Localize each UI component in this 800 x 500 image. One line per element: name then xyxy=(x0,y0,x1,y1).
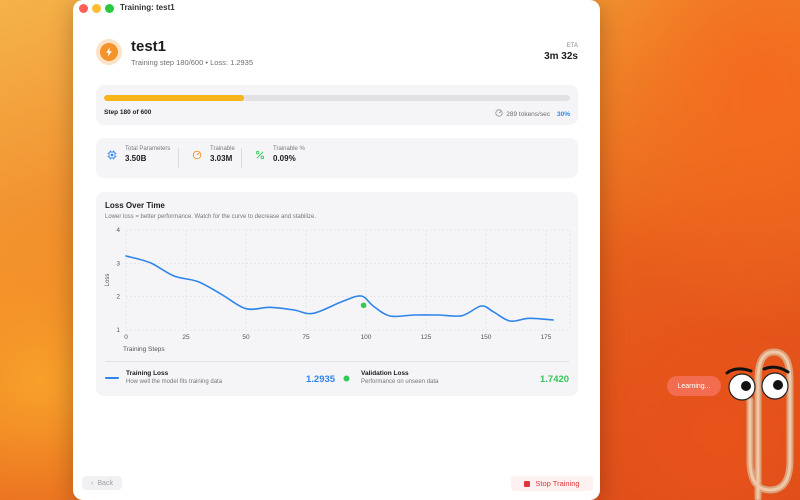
speed-gauge-icon xyxy=(495,109,503,119)
chart-subtitle: Lower loss = better performance. Watch f… xyxy=(105,214,317,220)
progress-percent: 30% xyxy=(556,110,570,118)
step-label: Step 180 of 600 xyxy=(104,109,152,116)
y-tick-label: 1 xyxy=(116,327,120,334)
stat-trainable-percent: Trainable % 0.09% xyxy=(253,146,305,163)
stop-icon xyxy=(524,480,531,487)
speed-info: 289 tokens/sec 30% xyxy=(495,109,570,119)
stop-training-button[interactable]: Stop Training xyxy=(511,476,593,491)
x-axis-label: Training Steps xyxy=(123,346,165,353)
progress-fill xyxy=(104,95,244,101)
training-status: Training step 180/600 • Loss: 1.2935 xyxy=(131,58,254,67)
model-name: test1 xyxy=(131,38,167,55)
stat-label: Total Parameters xyxy=(125,146,171,152)
x-tick-label: 0 xyxy=(124,334,128,341)
close-window-button[interactable] xyxy=(79,4,88,13)
x-tick-label: 75 xyxy=(302,334,310,341)
assistant-bubble-text: Learning... xyxy=(677,382,711,390)
x-tick-label: 175 xyxy=(541,334,552,341)
assistant-speech-bubble: Learning... xyxy=(667,376,721,396)
chevron-left-icon: ‹ xyxy=(91,479,94,487)
minimize-window-button[interactable] xyxy=(92,4,101,13)
legend-name: Training Loss xyxy=(126,370,169,377)
stat-divider xyxy=(178,148,179,168)
cpu-chip-icon xyxy=(105,148,119,162)
y-tick-label: 4 xyxy=(116,227,120,234)
training-loss-swatch xyxy=(105,377,119,379)
stat-label: Trainable xyxy=(210,146,235,152)
stat-total-parameters: Total Parameters 3.50B xyxy=(105,146,170,163)
y-tick-label: 2 xyxy=(116,294,120,301)
stat-label: Trainable % xyxy=(273,146,305,152)
paperclip-assistant-icon[interactable] xyxy=(718,340,800,500)
percent-icon xyxy=(253,148,267,162)
window-title: Training: test1 xyxy=(120,3,175,12)
gauge-icon xyxy=(190,148,204,162)
stat-divider xyxy=(241,148,242,168)
validation-loss-point xyxy=(360,302,367,309)
x-tick-label: 125 xyxy=(421,334,432,341)
x-tick-label: 25 xyxy=(182,334,190,341)
training-loss-line xyxy=(125,255,554,323)
y-tick-label: 3 xyxy=(116,260,120,267)
stat-value: 0.09% xyxy=(273,154,296,163)
training-window: Training: test1 test1 Training step 180/… xyxy=(73,0,600,500)
stop-label: Stop Training xyxy=(535,479,580,488)
tokens-per-sec: 289 tokens/sec xyxy=(506,110,550,118)
progress-bar xyxy=(104,95,570,101)
back-button[interactable]: ‹ Back xyxy=(82,476,122,490)
eta-value: 3m 32s xyxy=(544,51,578,62)
lightning-bolt-icon xyxy=(96,39,122,65)
chart-title: Loss Over Time xyxy=(105,201,165,210)
validation-loss-swatch xyxy=(343,375,350,382)
x-tick-label: 50 xyxy=(242,334,250,341)
y-axis-label: Loss xyxy=(105,274,111,287)
legend-training-loss: Training Loss How well the model fits tr… xyxy=(126,370,222,385)
loss-chart-card: Loss Over Time Lower loss = better perfo… xyxy=(96,192,578,396)
eta-label: ETA xyxy=(566,43,578,49)
back-label: Back xyxy=(97,479,113,487)
loss-chart: 1 2 3 4 0 25 50 75 100 125 150 175 Loss Training Step… xyxy=(105,227,571,353)
legend-validation-loss: Validation Loss Performance on unseen da… xyxy=(361,370,438,385)
stat-trainable: Trainable 3.03M xyxy=(190,146,235,163)
training-loss-value: 1.2935 xyxy=(306,374,336,385)
progress-card: Step 180 of 600 289 tokens/sec 30% xyxy=(96,85,578,125)
x-tick-label: 100 xyxy=(361,334,372,341)
title-bar: Training: test1 xyxy=(73,0,600,16)
validation-loss-value: 1.7420 xyxy=(540,374,570,385)
legend-description: How well the model fits training data xyxy=(126,379,223,385)
stats-card: Total Parameters 3.50B Trainable 3.03M T… xyxy=(96,138,578,178)
legend-divider xyxy=(105,361,569,362)
stat-value: 3.03M xyxy=(210,154,233,163)
legend-name: Validation Loss xyxy=(361,370,409,377)
x-tick-label: 150 xyxy=(481,334,492,341)
stat-value: 3.50B xyxy=(125,154,147,163)
legend-description: Performance on unseen data xyxy=(361,379,439,385)
zoom-window-button[interactable] xyxy=(105,4,114,13)
